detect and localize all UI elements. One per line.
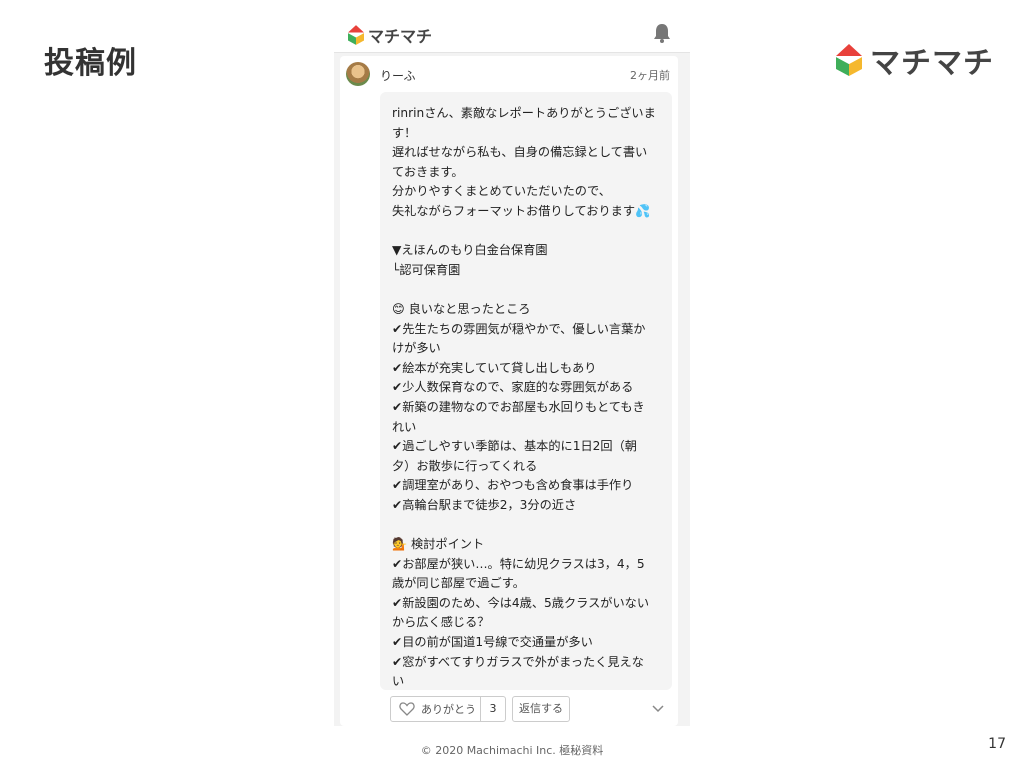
reply-button[interactable]: 返信する (512, 696, 570, 722)
comment-paragraph: 😊 良いなと思ったところ ✔先生たちの雰囲気が穏やかで、優しい言葉か けが多い … (392, 301, 646, 512)
comment-paragraph: rinrinさん、素敵なレポートありがとうございま す！ 遅ればせながら私も、自… (392, 106, 656, 218)
post-actions: ありがとう 3 返信する (390, 696, 670, 724)
app-header: マチマチ (334, 14, 690, 53)
chevron-down-icon[interactable] (652, 703, 664, 713)
thanks-button[interactable]: ありがとう 3 (390, 696, 506, 722)
comment-paragraph: ▼えほんのもり白金台保育園 └認可保育園 (392, 243, 548, 277)
machimachi-logo-icon (836, 44, 862, 76)
comment-paragraph: 💁 検討ポイント ✔お部屋が狭い…。特に幼児クラスは3，4，5 歳が同じ部屋で過… (392, 537, 650, 689)
app-logo[interactable]: マチマチ (348, 23, 432, 47)
slide-title: 投稿例 (44, 46, 137, 81)
heart-icon (399, 702, 415, 716)
comment-text: rinrinさん、素敵なレポートありがとうございま す！ 遅ればせながら私も、自… (392, 104, 666, 692)
avatar[interactable] (346, 62, 370, 86)
post-time: 2ヶ月前 (630, 69, 670, 82)
username[interactable]: りーふ (380, 67, 416, 84)
brand-name: マチマチ (870, 46, 994, 81)
brand-logo: マチマチ (836, 38, 994, 82)
app-screenshot: マチマチ りーふ 2ヶ月前 rinrinさん、素敵なレポートありがとうございま … (334, 14, 690, 726)
app-logo-text: マチマチ (368, 27, 433, 46)
page-number: 17 (988, 736, 1006, 752)
post-author-row: りーふ 2ヶ月前 (346, 60, 676, 88)
machimachi-logo-icon (348, 25, 364, 45)
thanks-label: ありがとう (421, 703, 476, 716)
thanks-count: 3 (480, 697, 505, 721)
copyright-footer: © 2020 Machimachi Inc. 極秘資料 (420, 744, 604, 757)
bell-icon[interactable] (652, 22, 672, 44)
post-card: りーふ 2ヶ月前 rinrinさん、素敵なレポートありがとうございま す！ 遅れ… (340, 56, 678, 726)
